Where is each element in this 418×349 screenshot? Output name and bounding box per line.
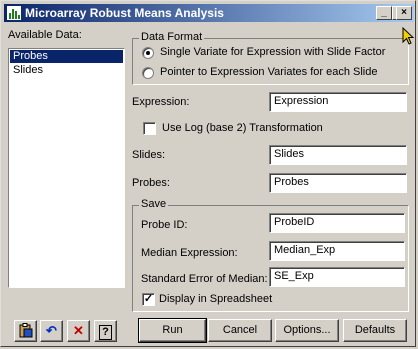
close-button[interactable]: × bbox=[396, 6, 412, 20]
clipboard-icon bbox=[19, 323, 33, 338]
available-data-label: Available Data: bbox=[8, 29, 82, 41]
standard-error-field[interactable]: SE_Exp bbox=[269, 267, 405, 287]
run-button[interactable]: Run bbox=[138, 318, 207, 343]
list-item-slides[interactable]: Slides bbox=[10, 64, 123, 77]
dialog-window: Microarray Robust Means Analysis _ □ × A… bbox=[0, 0, 416, 347]
cancel-button[interactable]: Cancel bbox=[208, 319, 272, 342]
use-log-checkbox[interactable] bbox=[143, 122, 156, 135]
minimize-button[interactable]: _ bbox=[376, 6, 392, 20]
app-chart-icon bbox=[7, 6, 21, 20]
slides-field[interactable]: Slides bbox=[269, 145, 407, 165]
probes-label: Probes: bbox=[132, 177, 170, 189]
save-title: Save bbox=[139, 198, 169, 210]
options-button[interactable]: Options... bbox=[275, 319, 339, 342]
window-title: Microarray Robust Means Analysis bbox=[25, 6, 224, 20]
single-variate-label[interactable]: Single Variate for Expression with Slide… bbox=[160, 46, 385, 58]
display-spreadsheet-label[interactable]: Display in Spreadsheet bbox=[159, 293, 272, 305]
probe-id-field[interactable]: ProbeID bbox=[269, 213, 405, 233]
pointer-variates-radio[interactable] bbox=[142, 67, 154, 79]
undo-icon: ↶ bbox=[46, 323, 57, 338]
median-expression-label: Median Expression: bbox=[141, 247, 238, 259]
undo-button[interactable]: ↶ bbox=[40, 320, 63, 342]
data-format-group: Data Format Single Variate for Expressio… bbox=[132, 31, 409, 85]
defaults-button[interactable]: Defaults bbox=[343, 319, 407, 342]
probe-id-label: Probe ID: bbox=[141, 219, 188, 231]
clipboard-button[interactable] bbox=[14, 320, 37, 342]
clear-button[interactable]: ✕ bbox=[67, 320, 90, 342]
pointer-variates-label[interactable]: Pointer to Expression Variates for each … bbox=[160, 66, 377, 78]
probes-field[interactable]: Probes bbox=[269, 173, 407, 193]
median-expression-field[interactable]: Median_Exp bbox=[269, 241, 405, 261]
list-item-probes[interactable]: Probes bbox=[10, 50, 123, 63]
help-icon: ? bbox=[99, 325, 112, 340]
clear-icon: ✕ bbox=[73, 323, 84, 338]
save-group: Save Probe ID: ProbeID Median Expression… bbox=[132, 198, 409, 312]
data-format-title: Data Format bbox=[139, 31, 205, 43]
use-log-label[interactable]: Use Log (base 2) Transformation bbox=[162, 122, 323, 134]
standard-error-label: Standard Error of Median: bbox=[141, 273, 268, 285]
display-spreadsheet-checkbox[interactable]: ✓ bbox=[142, 293, 155, 306]
title-bar[interactable]: Microarray Robust Means Analysis _ □ × bbox=[4, 4, 414, 22]
single-variate-radio[interactable] bbox=[142, 47, 154, 59]
help-button[interactable]: ? bbox=[94, 320, 117, 342]
expression-field[interactable]: Expression bbox=[269, 92, 407, 112]
slides-label: Slides: bbox=[132, 149, 166, 161]
expression-label: Expression: bbox=[132, 96, 190, 108]
available-data-list[interactable]: Probes Slides bbox=[8, 48, 125, 288]
cursor-icon bbox=[402, 27, 415, 45]
